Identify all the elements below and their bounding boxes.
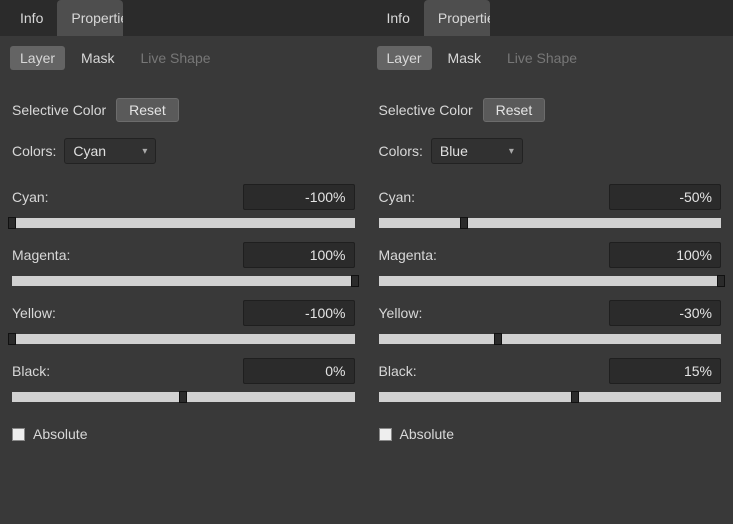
top-tabs: Info Properties xyxy=(0,0,367,36)
section-header: Selective Color Reset xyxy=(367,76,733,132)
slider-label: Black: xyxy=(379,363,417,379)
tab-info[interactable]: Info xyxy=(6,0,57,36)
slider-track[interactable] xyxy=(379,334,722,344)
slider-magenta: Magenta: 100% xyxy=(0,228,367,286)
sub-tab-layer[interactable]: Layer xyxy=(10,46,65,70)
slider-black: Black: 15% xyxy=(367,344,733,402)
absolute-label: Absolute xyxy=(33,426,87,442)
slider-label: Yellow: xyxy=(379,305,423,321)
sub-tab-layer[interactable]: Layer xyxy=(377,46,432,70)
slider-track[interactable] xyxy=(379,276,722,286)
slider-track[interactable] xyxy=(12,276,355,286)
colors-label: Colors: xyxy=(379,143,423,159)
colors-select[interactable]: Blue ▾ xyxy=(431,138,523,164)
slider-track[interactable] xyxy=(12,334,355,344)
slider-value-input[interactable]: -100% xyxy=(243,184,355,210)
colors-select[interactable]: Cyan ▾ xyxy=(64,138,156,164)
slider-thumb[interactable] xyxy=(8,217,16,229)
colors-row: Colors: Cyan ▾ xyxy=(0,132,367,170)
top-tabs: Info Properties xyxy=(367,0,733,36)
sub-tab-mask[interactable]: Mask xyxy=(438,46,491,70)
colors-label: Colors: xyxy=(12,143,56,159)
absolute-row: Absolute xyxy=(367,402,733,446)
slider-black: Black: 0% xyxy=(0,344,367,402)
absolute-checkbox[interactable] xyxy=(12,428,25,441)
sub-tabs: Layer Mask Live Shape xyxy=(367,36,733,76)
section-header: Selective Color Reset xyxy=(0,76,367,132)
absolute-label: Absolute xyxy=(400,426,454,442)
sub-tabs: Layer Mask Live Shape xyxy=(0,36,367,76)
slider-value-input[interactable]: 15% xyxy=(609,358,721,384)
slider-value-input[interactable]: 100% xyxy=(609,242,721,268)
tab-properties[interactable]: Properties xyxy=(424,0,490,36)
slider-track[interactable] xyxy=(12,392,355,402)
slider-label: Yellow: xyxy=(12,305,56,321)
slider-track[interactable] xyxy=(12,218,355,228)
slider-label: Magenta: xyxy=(12,247,70,263)
slider-track[interactable] xyxy=(379,392,722,402)
slider-track[interactable] xyxy=(379,218,722,228)
colors-row: Colors: Blue ▾ xyxy=(367,132,733,170)
slider-value-input[interactable]: -100% xyxy=(243,300,355,326)
sub-tab-live-shape: Live Shape xyxy=(497,46,587,70)
absolute-checkbox[interactable] xyxy=(379,428,392,441)
colors-select-value: Cyan xyxy=(73,143,106,159)
slider-label: Cyan: xyxy=(12,189,49,205)
sub-tab-live-shape: Live Shape xyxy=(130,46,220,70)
chevron-down-icon: ▾ xyxy=(142,146,147,157)
slider-thumb[interactable] xyxy=(717,275,725,287)
tab-info[interactable]: Info xyxy=(373,0,424,36)
slider-magenta: Magenta: 100% xyxy=(367,228,733,286)
slider-yellow: Yellow: -100% xyxy=(0,286,367,344)
slider-cyan: Cyan: -50% xyxy=(367,170,733,228)
slider-thumb[interactable] xyxy=(494,333,502,345)
slider-value-input[interactable]: 0% xyxy=(243,358,355,384)
section-title: Selective Color xyxy=(379,102,473,118)
colors-select-value: Blue xyxy=(440,143,468,159)
slider-thumb[interactable] xyxy=(460,217,468,229)
slider-yellow: Yellow: -30% xyxy=(367,286,733,344)
reset-button[interactable]: Reset xyxy=(116,98,179,122)
slider-thumb[interactable] xyxy=(351,275,359,287)
section-title: Selective Color xyxy=(12,102,106,118)
sub-tab-mask[interactable]: Mask xyxy=(71,46,124,70)
slider-thumb[interactable] xyxy=(179,391,187,403)
slider-thumb[interactable] xyxy=(8,333,16,345)
slider-label: Cyan: xyxy=(379,189,416,205)
absolute-row: Absolute xyxy=(0,402,367,446)
slider-thumb[interactable] xyxy=(571,391,579,403)
chevron-down-icon: ▾ xyxy=(509,146,514,157)
properties-panel-left: Info Properties Layer Mask Live Shape Se… xyxy=(0,0,367,524)
slider-cyan: Cyan: -100% xyxy=(0,170,367,228)
slider-label: Magenta: xyxy=(379,247,437,263)
slider-value-input[interactable]: -30% xyxy=(609,300,721,326)
tab-properties[interactable]: Properties xyxy=(57,0,123,36)
slider-value-input[interactable]: 100% xyxy=(243,242,355,268)
slider-value-input[interactable]: -50% xyxy=(609,184,721,210)
properties-panel-right: Info Properties Layer Mask Live Shape Se… xyxy=(367,0,733,524)
slider-label: Black: xyxy=(12,363,50,379)
reset-button[interactable]: Reset xyxy=(483,98,546,122)
